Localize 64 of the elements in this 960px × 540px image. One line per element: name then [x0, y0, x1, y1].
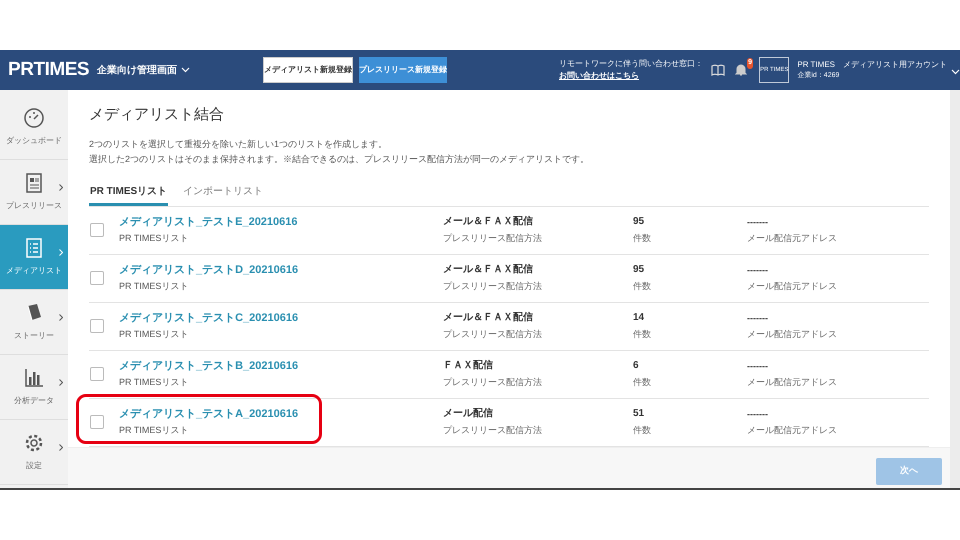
list-source: PR TIMESリスト: [119, 328, 190, 341]
account-name: PR TIMES メディアリスト用アカウント: [797, 59, 947, 70]
list-name-link[interactable]: メディアリスト_テストA_20210616: [119, 406, 443, 422]
delivery-method: メール＆ＦＡＸ配信: [443, 214, 534, 229]
field-label: 件数: [633, 376, 652, 389]
chevron-down-icon[interactable]: [951, 69, 960, 75]
item-count: 51: [633, 407, 646, 421]
field-label: メール配信元アドレス: [747, 424, 838, 437]
checkbox[interactable]: [90, 319, 104, 333]
field-label: メール配信元アドレス: [747, 328, 838, 341]
description-text: 2つのリストを選択して重複分を除いた新しい1つのリストを作成します。: [89, 138, 388, 150]
item-count: 95: [633, 263, 646, 277]
page-title: メディアリスト結合: [89, 105, 225, 125]
field-label: メール配信元アドレス: [747, 280, 838, 293]
sender-address: -------: [747, 360, 769, 373]
field-label: 件数: [633, 328, 652, 341]
secondary-button[interactable]: メディアリスト新規登録: [263, 57, 353, 83]
contact-label: リモートワークに伴う問い合わせ窓口：: [559, 58, 703, 70]
contact-link[interactable]: お問い合わせはこちら: [559, 70, 703, 82]
field-label: 件数: [633, 280, 652, 293]
list-source: PR TIMESリスト: [119, 232, 190, 245]
sender-address: -------: [747, 408, 769, 421]
description-text: 選択した2つのリストはそのまま保持されます。※結合できるのは、プレスリリース配信方法が同一のメディアリストです。: [89, 152, 590, 166]
list-name-link[interactable]: メディアリスト_テストD_20210616: [119, 262, 443, 278]
delivery-method: メール＆ＦＡＸ配信: [443, 310, 534, 325]
tab[interactable]: PR TIMESリスト: [89, 180, 168, 206]
logo: PRTIMES: [8, 58, 90, 82]
checkbox[interactable]: [90, 367, 104, 381]
gauge-icon: [23, 107, 45, 129]
list-name-link[interactable]: メディアリスト_テストB_20210616: [119, 358, 443, 374]
field-label: 件数: [633, 424, 652, 437]
bell-icon[interactable]: [735, 63, 747, 77]
sender-address: -------: [747, 216, 769, 229]
settings-icon: [23, 432, 45, 454]
field-label: プレスリリース配信方法: [443, 328, 543, 341]
sender-address: -------: [747, 264, 769, 277]
delivery-method: メール配信: [443, 406, 494, 421]
field-label: メール配信元アドレス: [747, 232, 838, 245]
list-source: PR TIMESリスト: [119, 424, 190, 437]
checkbox[interactable]: [90, 271, 104, 285]
field-label: メール配信元アドレス: [747, 376, 838, 389]
list-name-link[interactable]: メディアリスト_テストE_20210616: [119, 214, 443, 230]
field-label: プレスリリース配信方法: [443, 376, 543, 389]
field-label: プレスリリース配信方法: [443, 232, 543, 245]
sidebar-item[interactable]: メディアリスト: [0, 225, 68, 290]
item-count: 95: [633, 215, 646, 229]
field-label: プレスリリース配信方法: [443, 280, 543, 293]
list-name-link[interactable]: メディアリスト_テストC_20210616: [119, 310, 443, 326]
delivery-method: メール＆ＦＡＸ配信: [443, 262, 534, 277]
list-source: PR TIMESリスト: [119, 280, 190, 293]
primary-button[interactable]: プレスリリース新規登録: [359, 57, 447, 83]
checkbox[interactable]: [90, 415, 104, 429]
console-label: 企業向け管理画面: [97, 64, 178, 78]
list-source: PR TIMESリスト: [119, 376, 190, 389]
checkbox[interactable]: [90, 223, 104, 237]
sender-address: -------: [747, 312, 769, 325]
item-count: 6: [633, 359, 640, 373]
chevron-down-icon[interactable]: [181, 67, 190, 73]
field-label: 件数: [633, 232, 652, 245]
item-count: 14: [633, 311, 646, 325]
bar-chart-icon: [23, 367, 45, 389]
delivery-method: ＦＡＸ配信: [443, 358, 494, 373]
field-label: プレスリリース配信方法: [443, 424, 543, 437]
tab[interactable]: インポートリスト: [182, 180, 264, 206]
